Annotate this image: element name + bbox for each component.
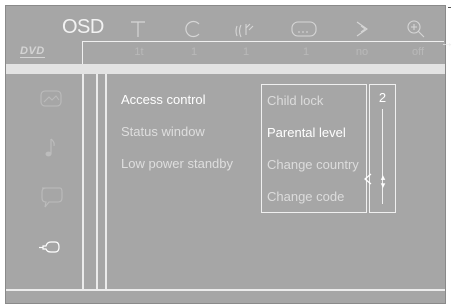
osd-screen: OSD DVD 1t 1 1 1 no off → Access control… [5, 5, 454, 304]
zoom-status: off [411, 46, 425, 58]
submenu-item-child-lock[interactable]: Child lock [267, 93, 323, 108]
menu-item-access-control[interactable]: Access control [121, 92, 206, 107]
arrow-right-icon: → [440, 34, 454, 50]
dvd-logo: DVD [20, 45, 45, 58]
sidebar [21, 74, 81, 289]
submenu-item-parental-level[interactable]: Parental level [267, 125, 346, 140]
audio-status: 1 [242, 46, 250, 58]
menu-item-low-power-standby[interactable]: Low power standby [121, 156, 233, 171]
divider-left [82, 74, 84, 289]
chevron-left-icon [363, 173, 372, 187]
divider-center-1 [96, 74, 98, 289]
angle-icon[interactable] [351, 18, 373, 40]
submenu-item-change-country[interactable]: Change country [267, 157, 359, 172]
osd-label: OSD [62, 16, 104, 38]
bottom-separator [6, 289, 445, 291]
menu-bar: OSD DVD 1t 1 1 1 no off → [6, 6, 454, 64]
channel-c-icon[interactable] [182, 18, 204, 40]
language-icon[interactable] [21, 184, 81, 216]
menu-item-status-window[interactable]: Status window [121, 124, 205, 139]
subtitle-status: 1 [302, 46, 310, 58]
audio-icon[interactable] [233, 18, 255, 40]
sound-icon[interactable] [21, 136, 81, 166]
chapter-status: 1 [190, 46, 198, 58]
zoom-icon[interactable] [404, 18, 426, 40]
edge-tick [448, 7, 451, 8]
submenu-item-change-code[interactable]: Change code [267, 189, 344, 204]
submenu-box: Child lock Parental level Change country… [261, 84, 367, 213]
title-status: 1t [134, 46, 144, 58]
menu-bar-tick [82, 41, 83, 64]
angle-status: no [355, 46, 369, 58]
separator-strip [6, 64, 445, 74]
parental-level-value-box: 2 ▴ ▾ [369, 84, 396, 213]
divider-center-2 [105, 74, 107, 289]
subtitle-icon[interactable] [289, 18, 319, 40]
parental-level-value: 2 [378, 90, 387, 105]
picture-icon[interactable] [21, 88, 81, 116]
level-slider-knob[interactable]: ▴ ▾ [378, 173, 388, 190]
menu-bar-line [82, 41, 444, 42]
features-icon[interactable] [21, 236, 81, 266]
text-t-icon[interactable] [127, 18, 149, 40]
